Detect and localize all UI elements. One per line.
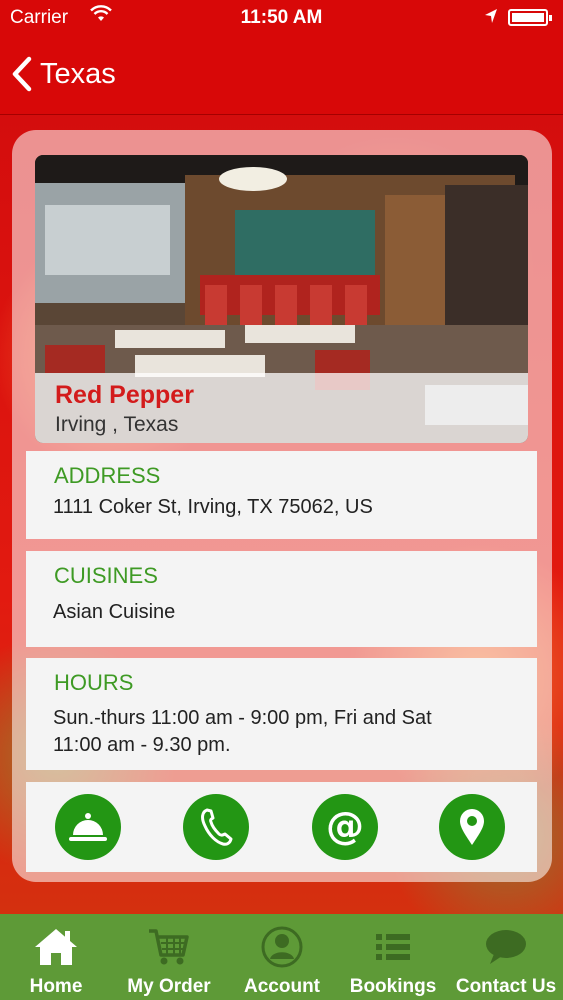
account-icon bbox=[261, 926, 303, 968]
restaurant-name: Red Pepper bbox=[55, 381, 194, 409]
tab-account-label: Account bbox=[244, 976, 320, 997]
status-bar: Carrier 11:50 AM bbox=[0, 0, 563, 36]
tab-home[interactable]: Home bbox=[8, 914, 104, 1000]
hours-line-1: Sun.-thurs 11:00 am - 9:00 pm, Fri and S… bbox=[53, 707, 432, 729]
location-arrow-icon bbox=[484, 8, 498, 30]
chat-bubble-icon bbox=[486, 930, 526, 964]
tab-bookings[interactable]: Bookings bbox=[343, 914, 443, 1000]
at-email-icon: @ bbox=[326, 807, 364, 847]
tab-contact-us[interactable]: Contact Us bbox=[452, 914, 560, 1000]
navigation-bar: Texas bbox=[0, 36, 563, 115]
action-buttons-row: @ bbox=[26, 782, 537, 872]
service-bell-icon bbox=[69, 813, 107, 841]
tab-contact-us-label: Contact Us bbox=[455, 976, 557, 997]
tab-my-order-label: My Order bbox=[127, 976, 211, 997]
tab-account[interactable]: Account bbox=[234, 914, 330, 1000]
restaurant-location: Irving , Texas bbox=[55, 413, 179, 436]
restaurant-detail-card: Red Pepper Irving , Texas ADDRESS 1111 C… bbox=[26, 155, 537, 872]
back-label: Texas bbox=[40, 57, 116, 90]
map-pin-icon bbox=[460, 809, 484, 845]
email-button[interactable]: @ bbox=[312, 794, 378, 860]
cuisines-section: CUISINES Asian Cuisine bbox=[26, 551, 537, 647]
status-time: 11:50 AM bbox=[240, 7, 323, 28]
cart-icon bbox=[149, 929, 189, 965]
order-button[interactable] bbox=[55, 794, 121, 860]
map-button[interactable] bbox=[439, 794, 505, 860]
restaurant-photo: Red Pepper Irving , Texas bbox=[35, 155, 528, 443]
tab-my-order[interactable]: My Order bbox=[120, 914, 218, 1000]
address-value: 1111 Coker St, Irving, TX 75062, US bbox=[53, 496, 373, 518]
cuisines-value: Asian Cuisine bbox=[53, 601, 176, 623]
hours-value: Sun.-thurs 11:00 am - 9:00 pm, Fri and S… bbox=[53, 705, 432, 759]
hours-section: HOURS Sun.-thurs 11:00 am - 9:00 pm, Fri… bbox=[26, 658, 537, 770]
address-title: ADDRESS bbox=[54, 463, 161, 488]
cuisines-title: CUISINES bbox=[54, 563, 158, 588]
tab-bar: Home My Order Account Bookings Contact U… bbox=[0, 914, 563, 1000]
tab-bookings-label: Bookings bbox=[349, 976, 437, 997]
home-icon bbox=[35, 929, 77, 965]
tab-home-label: Home bbox=[29, 976, 83, 997]
phone-icon bbox=[201, 808, 233, 846]
chevron-left-icon bbox=[12, 56, 32, 92]
list-icon bbox=[376, 934, 410, 960]
hours-title: HOURS bbox=[54, 670, 134, 695]
svg-text:@: @ bbox=[326, 807, 364, 847]
back-button[interactable]: Texas bbox=[10, 52, 116, 96]
call-button[interactable] bbox=[183, 794, 249, 860]
address-section: ADDRESS 1111 Coker St, Irving, TX 75062,… bbox=[26, 451, 537, 539]
photo-caption: Red Pepper Irving , Texas bbox=[35, 373, 528, 443]
battery-icon bbox=[508, 9, 552, 26]
hours-line-2: 11:00 am - 9.30 pm. bbox=[53, 734, 231, 756]
